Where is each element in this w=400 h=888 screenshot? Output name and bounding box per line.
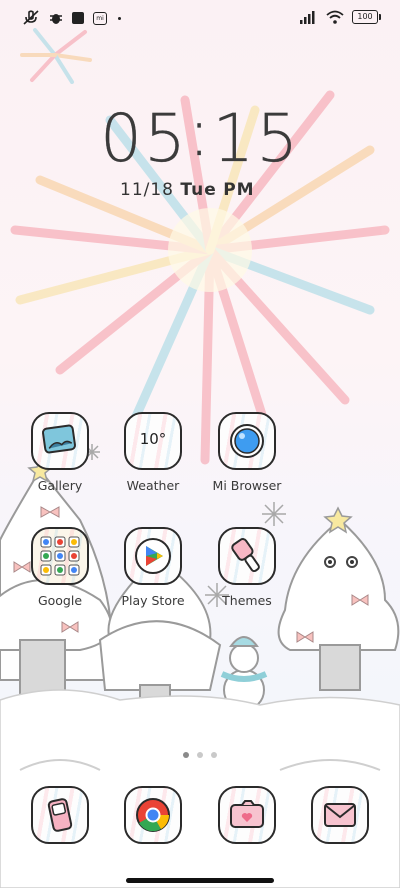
battery-icon: 100 [352,10,381,24]
status-bar: mi 100 [0,0,400,38]
clock-separator: : [187,94,213,171]
page-dot [197,752,203,758]
app-label: Weather [126,478,180,493]
bug-icon [50,14,62,24]
date-weekday: Tue [180,180,217,200]
clock-hours: 05 [100,100,188,177]
date-display[interactable]: 11/18 Tue PM [120,180,255,200]
app-label: Themes [222,593,272,608]
dock-chrome[interactable] [113,786,193,844]
wifi-icon [326,10,344,24]
page-dot [211,752,217,758]
dock-camera[interactable] [207,786,287,844]
browser-icon [218,412,276,470]
date-day: 11/18 [120,180,174,200]
clock-widget[interactable]: 05:15 [100,94,298,178]
dock-messages[interactable] [300,786,380,844]
clock-minutes: 15 [212,100,301,177]
app-label: Mi Browser [212,478,282,493]
signal-icon [300,11,315,24]
camera-icon [218,786,276,844]
dock-phone[interactable] [20,786,100,844]
gallery-icon [31,412,89,470]
page-dot-active [183,752,189,758]
app-label: Google [37,593,83,608]
themes-icon [218,527,276,585]
app-weather[interactable]: 10° Weather [113,412,193,493]
home-indicator[interactable] [126,878,274,883]
mic-off-icon [23,10,39,25]
dot-icon [118,16,121,20]
mi-icon: mi [93,11,107,25]
folder-icon [31,527,89,585]
app-label: Play Store [121,593,185,608]
app-label: Gallery [37,478,83,493]
phone-icon [31,786,89,844]
app-play-store[interactable]: Play Store [113,527,193,608]
app-themes[interactable]: Themes [207,527,287,608]
weather-icon: 10° [124,412,182,470]
app-gallery[interactable]: Gallery [20,412,100,493]
page-indicator[interactable] [183,752,217,758]
weather-temperature: 10° [139,430,167,448]
chrome-icon [124,786,182,844]
messages-icon [311,786,369,844]
date-ampm: PM [223,180,255,200]
app-mi-browser[interactable]: Mi Browser [207,412,287,493]
right-tree [277,518,400,691]
play-store-icon [124,527,182,585]
app-google-folder[interactable]: Google [20,527,100,608]
square-icon [72,12,84,24]
